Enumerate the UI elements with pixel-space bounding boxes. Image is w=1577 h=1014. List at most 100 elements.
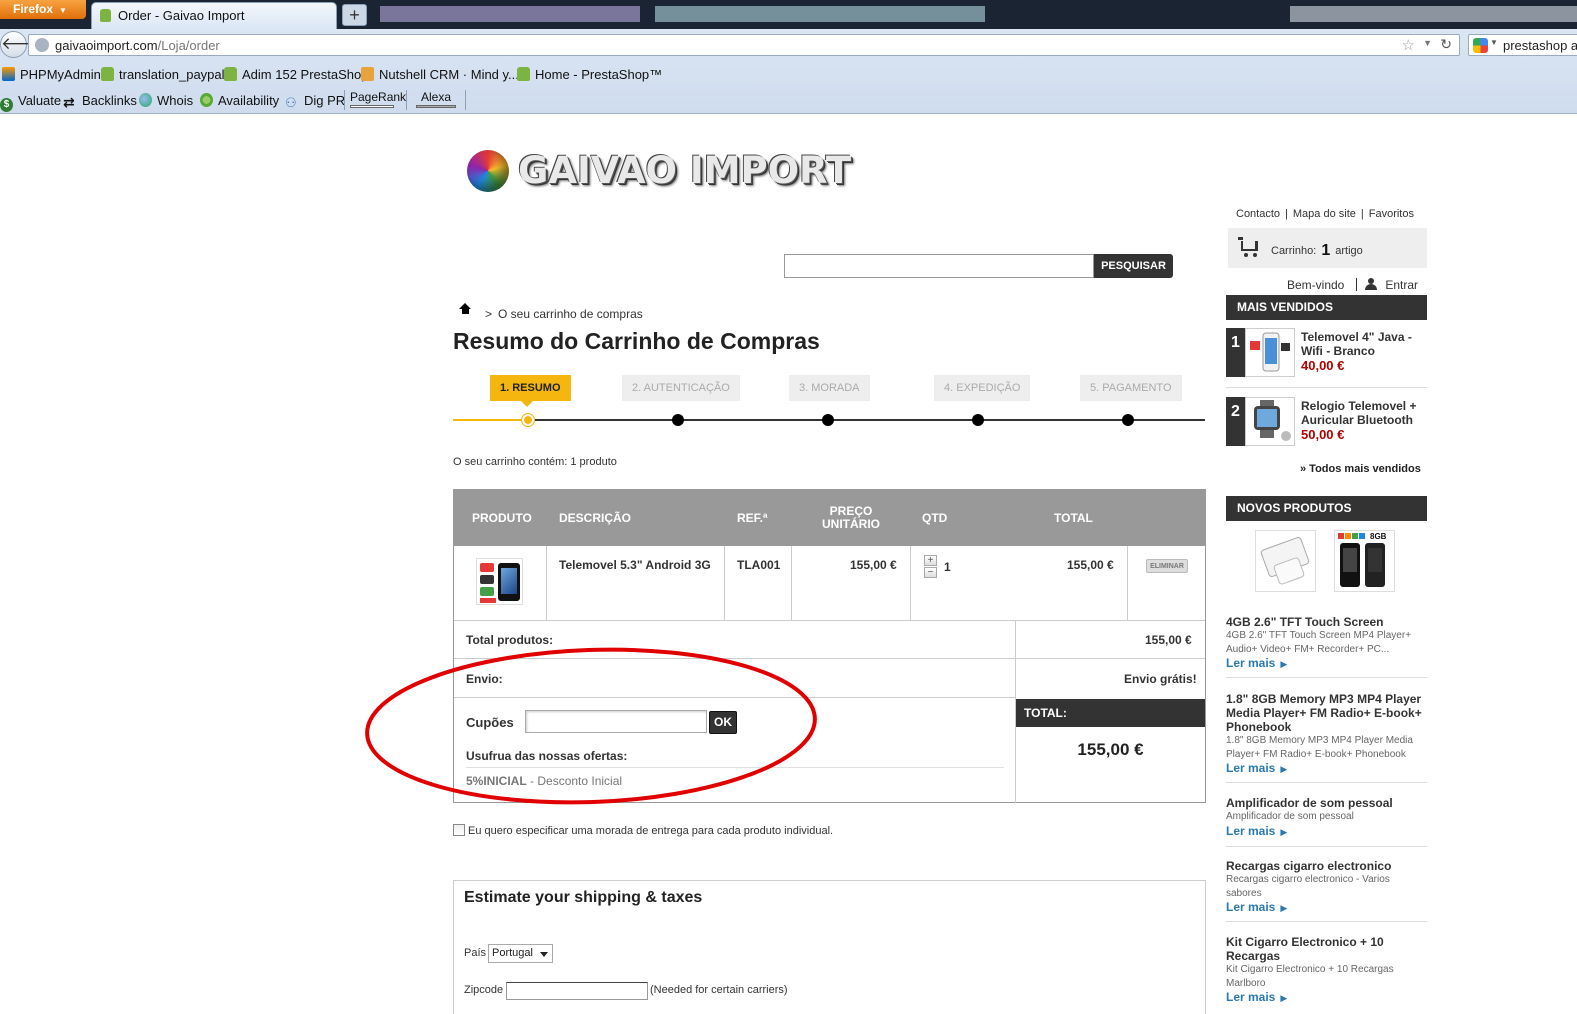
reload-icon[interactable]: ↻ bbox=[1440, 36, 1452, 53]
alexa-meter[interactable]: Alexa bbox=[416, 90, 456, 108]
logo-globe-icon bbox=[467, 150, 509, 192]
navigation-bar: 🡐 gaivaoimport.com/Loja/order ☆ ▼ ↻ ▼ pr… bbox=[0, 29, 1577, 61]
valuate-button[interactable]: $ Valuate bbox=[0, 93, 61, 112]
offer-item[interactable]: 5%INICIAL - Desconto Inicial bbox=[466, 774, 622, 788]
step-summary: 1. RESUMO bbox=[490, 375, 571, 407]
breadcrumb-current: O seu carrinho de compras bbox=[498, 307, 643, 321]
globe-icon bbox=[35, 38, 49, 52]
product-thumbnail[interactable] bbox=[476, 558, 523, 605]
toolbar-divider bbox=[344, 90, 345, 110]
read-more-link[interactable]: Ler mais ▶ bbox=[1226, 900, 1287, 914]
tab-order[interactable]: Order - Gaivao Import bbox=[91, 2, 337, 29]
new-product-description: 1.8" 8GB Memory MP3 MP4 Player Media Pla… bbox=[1226, 735, 1413, 760]
best-seller-rank: 2 bbox=[1226, 397, 1245, 446]
favorites-link[interactable]: Favoritos bbox=[1369, 208, 1414, 220]
new-product-title[interactable]: Amplificador de som pessoal bbox=[1226, 796, 1427, 810]
sitemap-link[interactable]: Mapa do site bbox=[1293, 208, 1356, 220]
best-seller-item[interactable]: 2 Relogio Telemovel + Auricular Bluetoot… bbox=[1226, 397, 1427, 449]
new-product-title[interactable]: Kit Cigarro Electronico + 10 Recargas bbox=[1226, 935, 1427, 963]
bookmark-nutshell-crm[interactable]: Nutshell CRM · Mind y... bbox=[361, 67, 519, 82]
pagerank-meter[interactable]: PageRank bbox=[350, 90, 406, 108]
country-select[interactable]: Portugal bbox=[488, 944, 553, 963]
best-seller-price: 50,00 € bbox=[1301, 427, 1345, 442]
globe-icon bbox=[139, 93, 152, 107]
login-link[interactable]: Entrar bbox=[1385, 278, 1418, 292]
col-total: TOTAL bbox=[1054, 511, 1093, 525]
bookmark-label: PHPMyAdmin bbox=[20, 67, 101, 82]
delete-button[interactable]: ELIMINAR bbox=[1146, 559, 1188, 573]
coupon-ok-button[interactable]: OK bbox=[709, 711, 737, 734]
bookmark-star-icon[interactable]: ☆ bbox=[1402, 36, 1415, 54]
welcome-text: Bem-vindo bbox=[1287, 278, 1345, 292]
firefox-label: Firefox bbox=[13, 2, 54, 16]
bookmark-translation-paypal[interactable]: translation_paypal bbox=[101, 67, 225, 82]
step-payment: 5. PAGAMENTO bbox=[1080, 375, 1182, 401]
best-seller-name[interactable]: Relogio Telemovel + Auricular Bluetooth bbox=[1301, 399, 1427, 427]
row-divider bbox=[454, 620, 1205, 621]
read-more-link[interactable]: Ler mais ▶ bbox=[1226, 761, 1287, 775]
product-name-link[interactable]: Telemovel 5.3" Android 3G bbox=[559, 558, 711, 572]
search-text: prestashop a bbox=[1503, 38, 1577, 53]
browser-chrome: Firefox ▼ Order - Gaivao Import + 🡐 gaiva… bbox=[0, 0, 1577, 114]
home-icon[interactable] bbox=[459, 303, 471, 318]
back-button[interactable]: 🡐 bbox=[0, 31, 47, 58]
zip-note: (Needed for certain carriers) bbox=[650, 984, 788, 996]
chevron-right-icon: ▶ bbox=[1280, 993, 1288, 1003]
coupon-input[interactable] bbox=[525, 710, 707, 733]
best-seller-item[interactable]: 1 Telemovel 4" Java - Wifi - Branco 40,0… bbox=[1226, 328, 1427, 380]
divider bbox=[1226, 921, 1427, 922]
read-more-label: Ler mais bbox=[1226, 900, 1276, 914]
product-total: 155,00 € bbox=[1067, 558, 1114, 572]
chevron-down-icon[interactable]: ▼ bbox=[1423, 38, 1432, 48]
search-button[interactable]: PESQUISAR bbox=[1094, 254, 1173, 278]
zip-input[interactable] bbox=[506, 982, 648, 1000]
step-dot-current bbox=[522, 414, 534, 426]
search-input[interactable] bbox=[784, 254, 1094, 278]
bookmark-label: translation_paypal bbox=[119, 67, 225, 82]
all-best-sellers-link[interactable]: » Todos mais vendidos bbox=[1300, 463, 1421, 475]
column-divider bbox=[910, 546, 911, 620]
bookmark-home-prestashop[interactable]: Home - PrestaShop™ bbox=[517, 67, 662, 82]
qty-decrease-button[interactable]: − bbox=[924, 567, 937, 578]
product-thumbnail[interactable] bbox=[1245, 328, 1295, 377]
best-seller-name[interactable]: Telemovel 4" Java - Wifi - Branco bbox=[1301, 330, 1427, 358]
bookmark-label: Home - PrestaShop™ bbox=[535, 67, 663, 82]
whois-button[interactable]: Whois bbox=[139, 93, 193, 108]
new-product-thumbnail[interactable]: 8GB bbox=[1334, 530, 1395, 592]
step-dot bbox=[1122, 414, 1134, 426]
header-links: Contacto | Mapa do site | Favoritos bbox=[1236, 208, 1414, 220]
best-seller-price: 40,00 € bbox=[1301, 358, 1345, 373]
firefox-menu-button[interactable]: Firefox ▼ bbox=[0, 0, 86, 19]
url-bar[interactable]: gaivaoimport.com/Loja/order ☆ ▼ ↻ bbox=[28, 34, 1460, 56]
new-product-title[interactable]: Recargas cigarro electronico bbox=[1226, 859, 1427, 873]
url-host: gaivaoimport.com bbox=[55, 38, 158, 53]
seo-toolbar: $ Valuate ⇄ Backlinks Whois Availability ⚇… bbox=[0, 88, 1577, 114]
google-icon bbox=[1473, 38, 1488, 53]
row-divider bbox=[454, 697, 1015, 698]
multi-address-checkbox[interactable] bbox=[453, 824, 465, 836]
contact-link[interactable]: Contacto bbox=[1236, 208, 1280, 220]
new-product-thumbnail[interactable] bbox=[1255, 530, 1316, 592]
qty-increase-button[interactable]: + bbox=[924, 555, 937, 566]
mp4-player-image bbox=[1260, 537, 1310, 585]
multi-address-option[interactable]: Eu quero especificar uma morada de entre… bbox=[453, 824, 833, 837]
read-more-link[interactable]: Ler mais ▶ bbox=[1226, 824, 1287, 838]
new-product-title[interactable]: 4GB 2.6" TFT Touch Screen bbox=[1226, 615, 1427, 629]
read-more-link[interactable]: Ler mais ▶ bbox=[1226, 656, 1287, 670]
shipping-label: Envio: bbox=[466, 672, 503, 686]
search-bar[interactable]: ▼ prestashop a bbox=[1468, 34, 1577, 56]
product-ref: TLA001 bbox=[737, 558, 781, 572]
dig-pr-button[interactable]: ⚇ Dig PR bbox=[285, 93, 345, 110]
availability-button[interactable]: Availability bbox=[200, 93, 279, 108]
bookmark-phpmyadmin[interactable]: PHPMyAdmin bbox=[2, 67, 101, 82]
new-tab-button[interactable]: + bbox=[342, 4, 367, 26]
bookmark-adim-prestashop[interactable]: Adim 152 PrestaShop bbox=[224, 67, 368, 82]
chevron-right-icon: ▶ bbox=[1280, 903, 1288, 913]
pagerank-label: PageRank bbox=[350, 90, 407, 104]
toolbar-divider bbox=[465, 90, 466, 110]
cart-summary[interactable]: Carrinho: 1 artigo bbox=[1228, 228, 1427, 268]
product-thumbnail[interactable] bbox=[1245, 397, 1295, 446]
backlinks-button[interactable]: ⇄ Backlinks bbox=[63, 93, 137, 110]
new-product-title[interactable]: 1.8" 8GB Memory MP3 MP4 Player Media Pla… bbox=[1226, 692, 1427, 734]
read-more-link[interactable]: Ler mais ▶ bbox=[1226, 990, 1287, 1004]
